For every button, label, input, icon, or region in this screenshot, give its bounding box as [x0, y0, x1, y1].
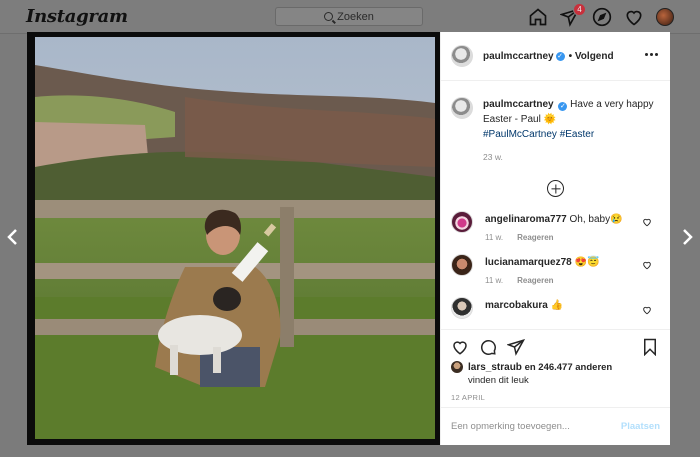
comment-item: angelinaroma777 Oh, baby😢 11 w. Reageren — [451, 211, 660, 242]
share-icon[interactable] — [507, 338, 525, 356]
comment-text: 👍 — [550, 300, 564, 311]
search-input[interactable]: Zoeken — [275, 7, 423, 26]
likes-count-text[interactable]: en 246.477 anderen — [525, 362, 613, 373]
commenter-avatar[interactable] — [451, 211, 473, 233]
likes-summary: lars_straub en 246.477 anderen vinden di… — [451, 361, 660, 387]
load-more-comments[interactable] — [451, 180, 660, 197]
comment-text: Oh, baby😢 — [569, 214, 623, 225]
comment-username[interactable]: angelinaroma777 — [485, 214, 567, 225]
notification-badge: 4 — [573, 3, 586, 16]
reply-button[interactable]: Reageren — [517, 276, 553, 285]
post-sidebar: paulmccartney ✓ • Volgend paulmccartney … — [440, 32, 670, 445]
commenter-avatar[interactable] — [451, 254, 473, 276]
caption-username[interactable]: paulmccartney — [483, 99, 554, 110]
top-nav: Instagram Zoeken 4 — [0, 0, 700, 34]
author-avatar[interactable] — [451, 45, 473, 67]
comment-time: 11 w. — [485, 233, 504, 242]
comment-bubble-icon[interactable] — [479, 338, 497, 356]
comment-item: marcobakura 👍 — [451, 297, 660, 319]
follow-status[interactable]: • Volgend — [569, 51, 614, 62]
profile-avatar[interactable] — [656, 8, 674, 26]
likes-suffix: vinden dit leuk — [468, 375, 529, 386]
add-comment-bar: Een opmerking toevoegen... Plaatsen — [441, 407, 670, 445]
caption-time: 23 w. — [483, 152, 503, 162]
explore-icon[interactable] — [592, 7, 612, 27]
comment-username[interactable]: marcobakura — [485, 300, 548, 311]
reply-button[interactable]: Reageren — [517, 233, 553, 242]
comments-list: paulmccartney ✓ Have a very happy Easter… — [441, 81, 670, 329]
post-photo[interactable] — [27, 32, 440, 445]
like-comment-heart-icon[interactable] — [642, 260, 652, 270]
instagram-logo[interactable]: Instagram — [26, 6, 128, 27]
post-date: 12 APRIL — [451, 393, 486, 402]
comment-time: 11 w. — [485, 276, 504, 285]
liker-avatar[interactable] — [451, 361, 463, 373]
home-icon[interactable] — [528, 7, 548, 27]
comment-username[interactable]: lucianamarquez78 — [485, 257, 572, 268]
commenter-avatar[interactable] — [451, 297, 473, 319]
like-heart-icon[interactable] — [451, 338, 469, 356]
author-username[interactable]: paulmccartney — [483, 51, 554, 62]
like-comment-heart-icon[interactable] — [642, 217, 652, 227]
like-comment-heart-icon[interactable] — [642, 305, 652, 315]
activity-heart-icon[interactable] — [624, 7, 644, 27]
verified-badge-icon: ✓ — [555, 51, 565, 61]
add-comment-input[interactable]: Een opmerking toevoegen... — [451, 421, 570, 432]
follow-label: Volgend — [574, 50, 614, 62]
post-caption: paulmccartney ✓ Have a very happy Easter… — [451, 81, 660, 162]
caption-avatar[interactable] — [451, 97, 473, 119]
verified-badge-icon: ✓ — [558, 102, 568, 111]
photo-image — [35, 37, 435, 439]
direct-icon[interactable]: 4 — [559, 3, 586, 27]
next-post-arrow-icon[interactable] — [680, 228, 694, 246]
post-actions: lars_straub en 246.477 anderen vinden di… — [441, 329, 670, 407]
post-comment-button[interactable]: Plaatsen — [621, 421, 660, 432]
comment-item: lucianamarquez78 😍😇 11 w. Reageren — [451, 254, 660, 285]
search-placeholder: Zoeken — [337, 10, 374, 23]
caption-hashtags[interactable]: #PaulMcCartney #Easter — [483, 129, 594, 140]
previous-post-arrow-icon[interactable] — [6, 228, 20, 246]
search-icon — [324, 12, 334, 21]
plus-circle-icon — [547, 180, 564, 197]
nav-icons: 4 — [528, 3, 674, 27]
bookmark-icon[interactable] — [641, 338, 659, 356]
post-modal: paulmccartney ✓ • Volgend paulmccartney … — [27, 32, 670, 445]
liker-username[interactable]: lars_straub — [468, 362, 522, 373]
more-options-icon[interactable] — [645, 53, 658, 56]
post-header: paulmccartney ✓ • Volgend — [441, 32, 670, 81]
comment-text: 😍😇 — [574, 257, 600, 268]
